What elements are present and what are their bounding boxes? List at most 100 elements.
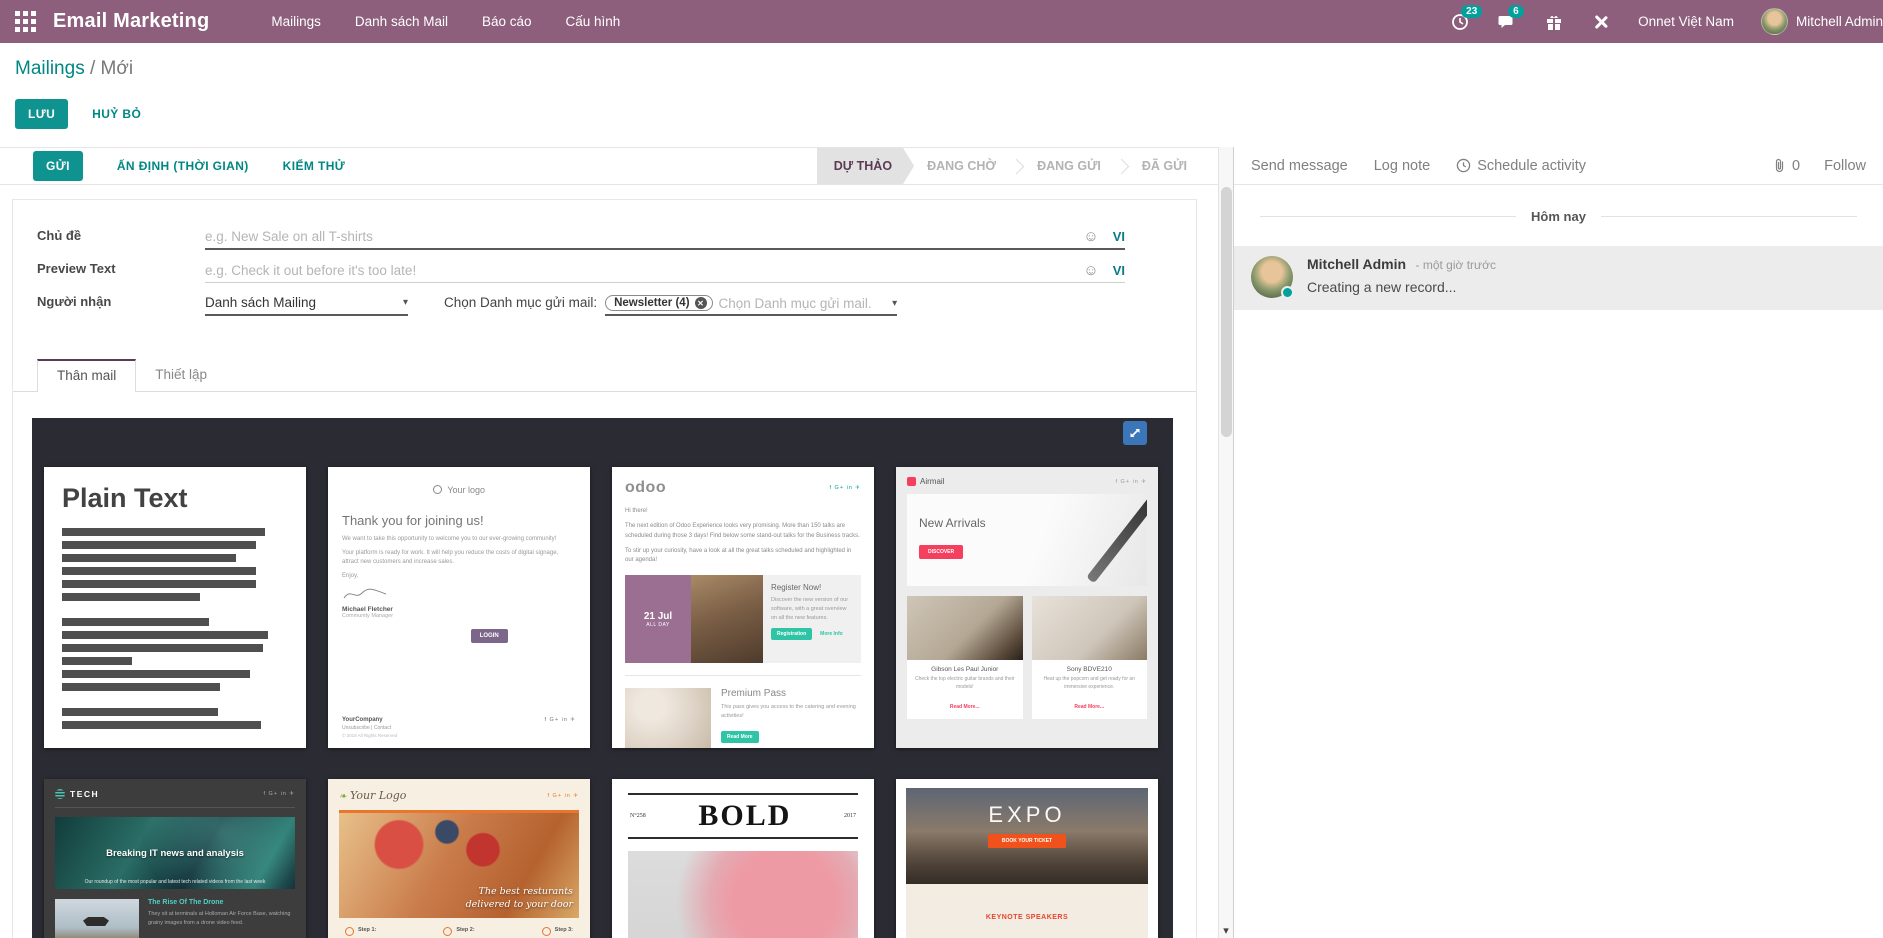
hero-banner: Breaking IT news and analysis Our roundu…	[55, 817, 295, 889]
product-card: Sony BDVE210 Heat up the popcorn and get…	[1032, 596, 1148, 719]
follow-button[interactable]: Follow	[1824, 158, 1866, 174]
schedule-button[interactable]: ẤN ĐỊNH (THỜI GIAN)	[117, 159, 249, 173]
chevron-separator-icon	[1009, 158, 1025, 174]
log-note-button[interactable]: Log note	[1374, 158, 1430, 174]
subject-row: Chủ đề ☺ VI	[37, 228, 1125, 250]
subject-input[interactable]	[205, 229, 1075, 244]
template-odoo-event[interactable]: odoo f G+ in ✈ Hi there! The next editio…	[612, 467, 874, 748]
product-card: Gibson Les Paul Junior Check the top ele…	[907, 596, 1023, 719]
read-more-button: Read More	[721, 731, 759, 743]
more-info-link: More Info	[820, 631, 843, 637]
preview-input[interactable]	[205, 263, 1075, 278]
template-restaurant[interactable]: ❧ Your Logo f G+ in ✈ The best resturant…	[328, 779, 590, 938]
template-expo[interactable]: EXPO BOOK YOUR TICKET KEYNOTE SPEAKERS	[896, 779, 1158, 938]
premium-photo	[625, 688, 711, 748]
gift-icon[interactable]	[1544, 12, 1564, 32]
nav-item-mailings[interactable]: Mailings	[271, 14, 321, 29]
tag-newsletter: Newsletter (4) ✕	[605, 295, 712, 311]
state-sent[interactable]: ĐÃ GỬI	[1129, 159, 1200, 173]
hero-banner: New Arrivals DISCOVER	[907, 494, 1147, 586]
step-item: Step 1:	[345, 927, 376, 936]
breadcrumb-mailings[interactable]: Mailings	[15, 58, 85, 79]
user-menu[interactable]: Mitchell Admin	[1761, 8, 1883, 35]
state-queued[interactable]: ĐANG CHỜ	[914, 159, 1009, 173]
keynote-heading: KEYNOTE SPEAKERS	[986, 914, 1068, 921]
message-author: Mitchell Admin	[1307, 256, 1406, 272]
test-button[interactable]: KIỂM THỬ	[283, 159, 346, 173]
state-sending[interactable]: ĐANG GỬI	[1024, 159, 1114, 173]
template-plain-text[interactable]: Plain Text	[44, 467, 306, 748]
read-more-link: Read More...	[1074, 704, 1104, 710]
subject-label: Chủ đề	[37, 228, 205, 250]
discard-button[interactable]: HUỶ BỎ	[92, 107, 141, 121]
message-body: Creating a new record...	[1307, 279, 1496, 295]
template-airmail[interactable]: Airmail f G+ in ✈ New Arrivals DISCOVER …	[896, 467, 1158, 748]
breadcrumb-current: Mới	[101, 58, 134, 79]
vertical-scrollbar[interactable]: ▾	[1218, 147, 1233, 938]
template-bold[interactable]: N°258 BOLD 2017	[612, 779, 874, 938]
tools-icon[interactable]	[1591, 12, 1611, 32]
status-widget: DỰ THẢO ĐANG CHỜ ĐANG GỬI ĐÃ GỬI	[817, 148, 1200, 184]
food-brand: ❧ Your Logo	[339, 789, 406, 802]
mailing-list-tags-field[interactable]: Newsletter (4) ✕ Chọn Danh mục gửi mail.…	[605, 295, 897, 316]
social-icons: f G+ in ✈	[1116, 479, 1148, 485]
recipients-select[interactable]: Danh sách Mailing ▾	[205, 295, 408, 316]
send-message-button[interactable]: Send message	[1251, 158, 1348, 174]
template-tech[interactable]: TECH f G+ in ✈ Breaking IT news and anal…	[44, 779, 306, 938]
chatter-message: Mitchell Admin - một giờ trước Creating …	[1234, 246, 1883, 310]
template-heading: Thank you for joining us!	[342, 513, 576, 528]
step-icon	[542, 927, 551, 936]
recipients-label: Người nhận	[37, 294, 205, 316]
date-divider: Hôm nay	[1260, 209, 1857, 224]
preview-label: Preview Text	[37, 261, 205, 283]
step-item: Step 2:	[443, 927, 474, 936]
scrollbar-thumb[interactable]	[1221, 187, 1232, 437]
mailing-list-label: Chọn Danh mục gửi mail:	[444, 295, 597, 310]
activities-badge: 23	[1461, 5, 1482, 18]
nav-item-mailing-lists[interactable]: Danh sách Mail	[355, 14, 448, 29]
attachments-button[interactable]: 0	[1773, 158, 1800, 174]
logo-ring-icon	[433, 485, 442, 494]
tag-remove-icon[interactable]: ✕	[695, 297, 707, 309]
template-title: Plain Text	[62, 483, 288, 514]
state-draft[interactable]: DỰ THẢO	[817, 148, 914, 184]
hero-banner: The best resturants delivered to your do…	[339, 810, 579, 918]
social-icons: f G+ in ✈	[545, 717, 577, 738]
social-icons: f G+ in ✈	[830, 485, 862, 491]
online-status-icon	[1281, 286, 1294, 299]
emoji-picker-icon[interactable]: ☺	[1083, 263, 1098, 278]
breadcrumb: Mailings / Mới	[15, 58, 133, 80]
attachment-count: 0	[1792, 158, 1800, 174]
activities-icon[interactable]: 23	[1450, 12, 1470, 32]
form-sheet: Chủ đề ☺ VI Preview Text ☺ VI Người nhận…	[12, 199, 1197, 938]
template-welcome[interactable]: Your logo Thank you for joining us! We w…	[328, 467, 590, 748]
chevron-separator-icon	[1114, 158, 1130, 174]
nav-item-configuration[interactable]: Cấu hình	[566, 14, 621, 29]
company-switcher[interactable]: Onnet Việt Nam	[1638, 14, 1734, 29]
tab-settings[interactable]: Thiết lập	[136, 359, 226, 391]
nav-item-reports[interactable]: Báo cáo	[482, 14, 532, 29]
messages-icon[interactable]: 6	[1497, 12, 1517, 32]
message-timestamp: - một giờ trước	[1416, 258, 1496, 272]
expand-editor-button[interactable]	[1123, 421, 1147, 445]
apps-menu-icon[interactable]	[15, 11, 36, 32]
chatter-toolbar: Send message Log note Schedule activity …	[1234, 147, 1883, 185]
schedule-activity-button[interactable]: Schedule activity	[1456, 158, 1586, 174]
expo-hero-photo: EXPO BOOK YOUR TICKET	[906, 788, 1148, 884]
avatar	[1251, 256, 1293, 298]
scroll-down-icon[interactable]: ▾	[1219, 924, 1233, 937]
control-panel-buttons: LƯU HUỶ BỎ	[15, 99, 141, 129]
expand-icon	[1128, 426, 1142, 440]
emoji-picker-icon[interactable]: ☺	[1083, 229, 1098, 244]
save-button[interactable]: LƯU	[15, 99, 68, 129]
preview-lang-button[interactable]: VI	[1113, 263, 1125, 278]
airmail-brand: Airmail	[907, 477, 944, 486]
subject-lang-button[interactable]: VI	[1113, 229, 1125, 244]
tab-mail-body[interactable]: Thân mail	[37, 359, 136, 392]
tech-brand: TECH	[55, 789, 99, 799]
odoo-logo: odoo	[625, 479, 666, 497]
event-date: 21 Jul ALL DAY	[625, 575, 691, 663]
chevron-down-icon: ▾	[892, 298, 897, 309]
send-button[interactable]: GỬI	[33, 151, 83, 181]
nav-menu: Mailings Danh sách Mail Báo cáo Cấu hình	[271, 14, 620, 29]
